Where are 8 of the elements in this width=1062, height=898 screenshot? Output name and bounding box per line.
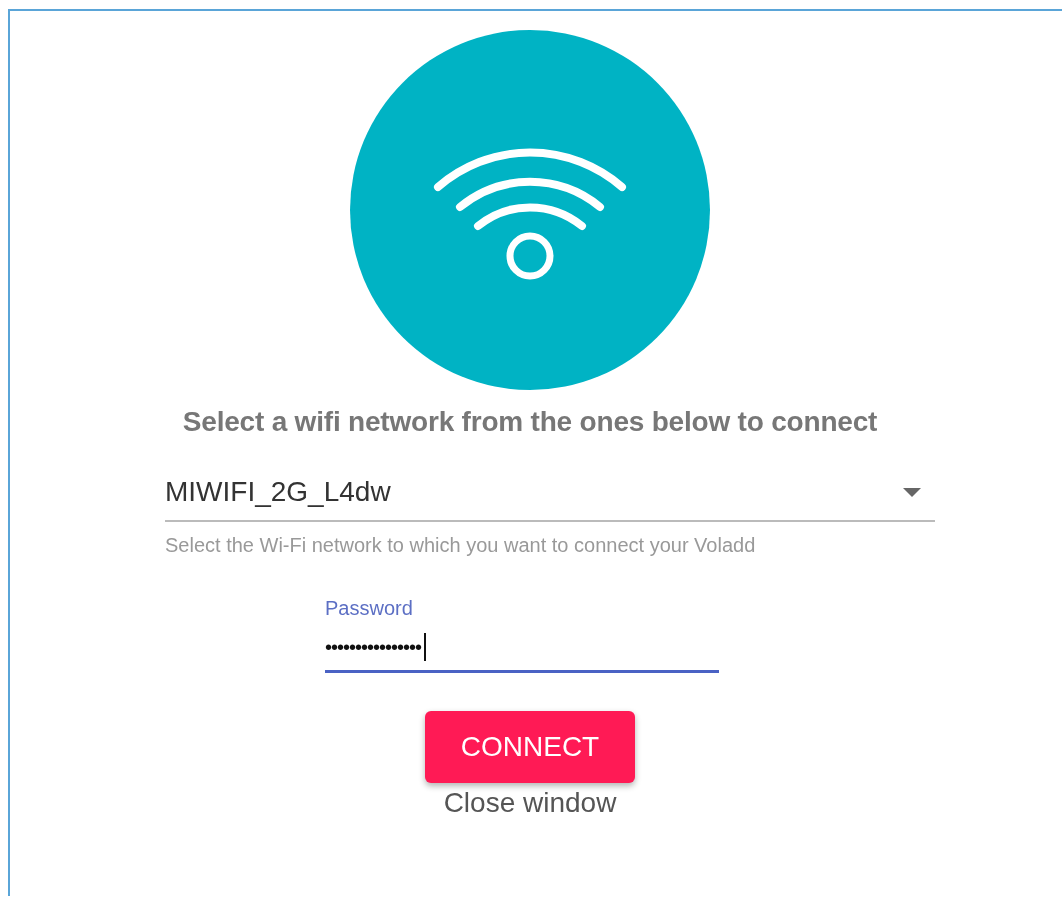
password-field[interactable]: Password •••••••••••••••• (325, 597, 719, 673)
wifi-icon (350, 30, 710, 390)
connect-button[interactable]: CONNECT (425, 711, 635, 783)
helper-text: Select the Wi-Fi network to which you want to connect your Voladd (165, 534, 757, 557)
close-window-link[interactable]: Close window (443, 787, 617, 819)
instruction-heading: Select a wifi network from the ones below to connect (182, 406, 878, 438)
caret-icon (903, 487, 921, 497)
network-dropdown[interactable]: MIWIFI_2G_L4dw (165, 472, 935, 522)
